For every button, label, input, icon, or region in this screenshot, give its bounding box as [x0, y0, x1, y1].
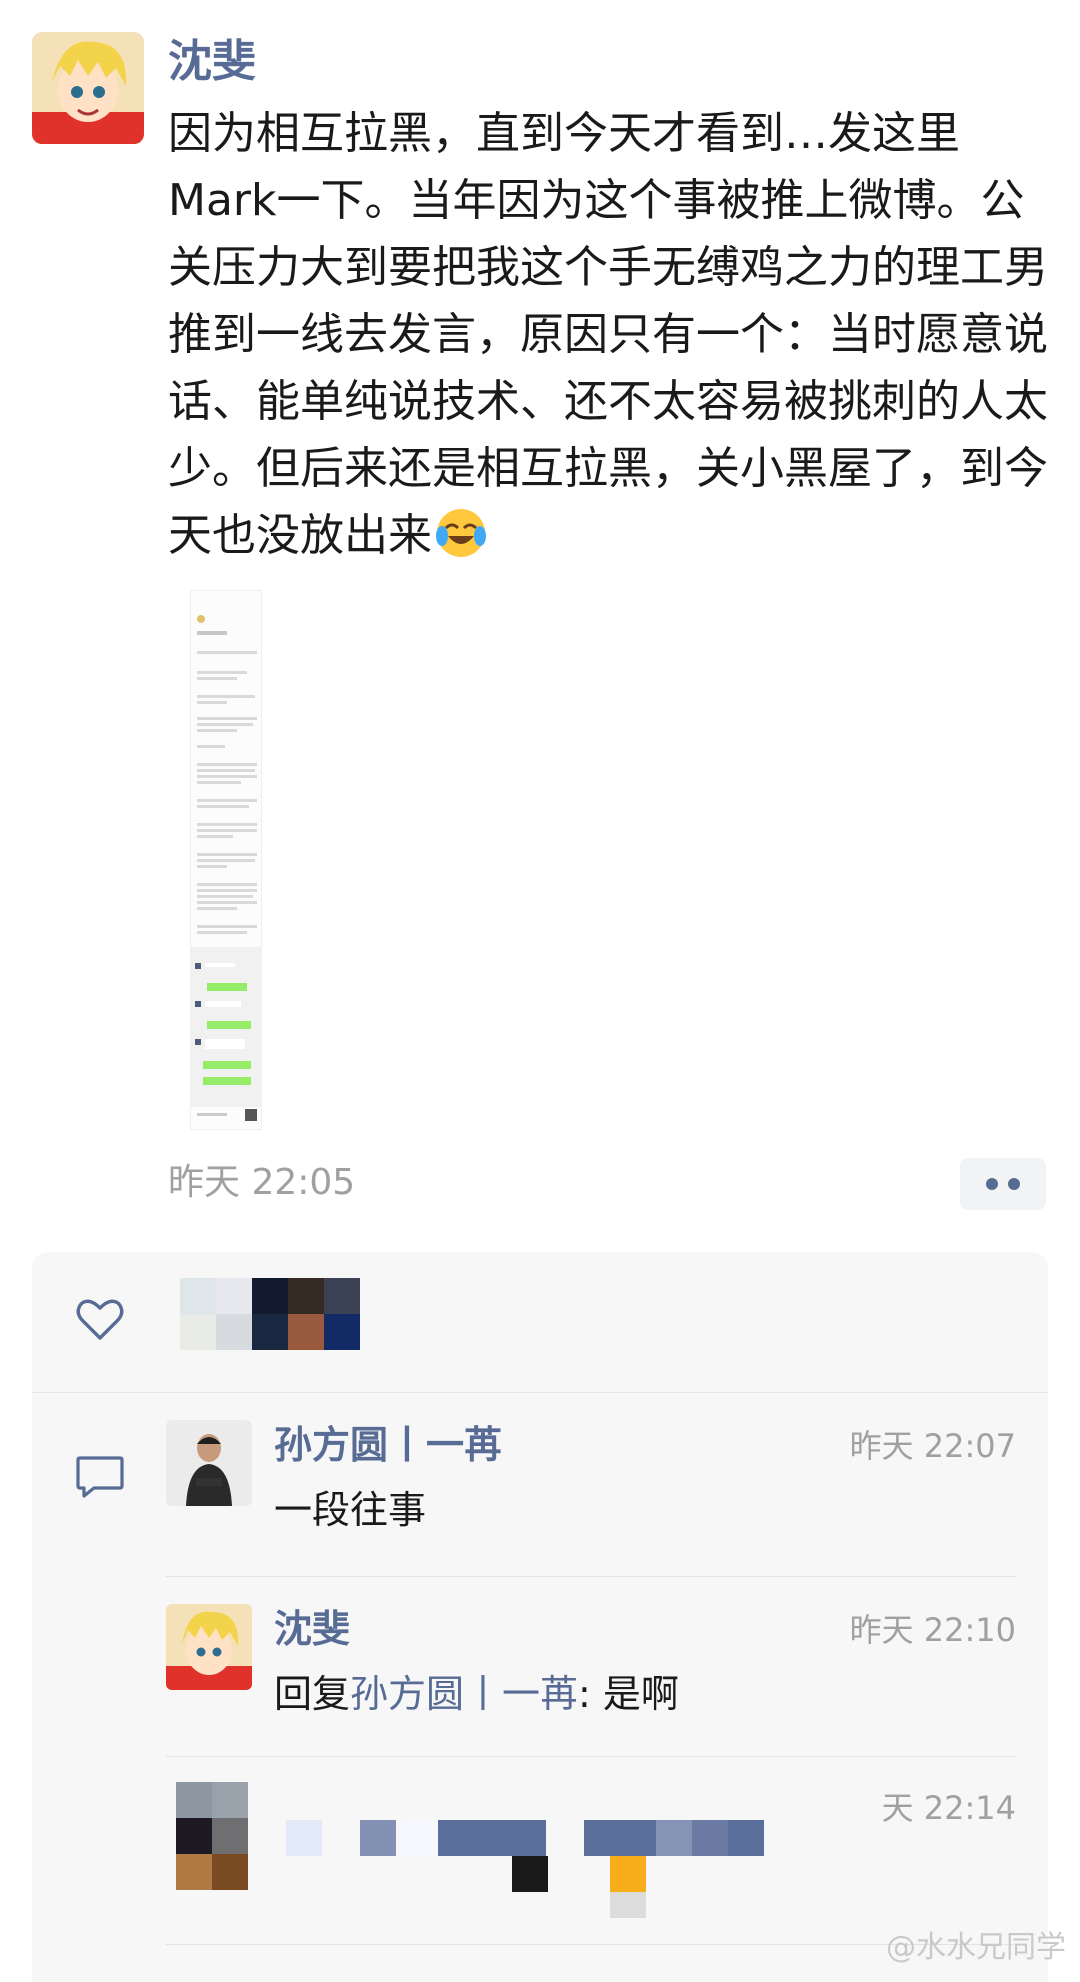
comment-divider	[166, 1576, 1016, 1577]
crying-laughing-emoji-icon	[434, 506, 488, 560]
more-dot-icon	[986, 1178, 998, 1190]
comment-item[interactable]: 孙方圆丨一苒 昨天 22:07 一段往事	[166, 1420, 1016, 1550]
comment-item-pixelated[interactable]: 天 22:14	[166, 1782, 1016, 1922]
post-content: 因为相互拉黑，直到今天才看到…发这里Mark一下。当年因为这个事被推上微博。公关…	[168, 100, 1048, 569]
comment-text: 回复孙方圆丨一苒: 是啊	[274, 1668, 679, 1720]
reply-body: 是啊	[602, 1672, 679, 1716]
weibo-watermark: @水水兄同学	[886, 1930, 1066, 1965]
comment-text: 一段往事	[274, 1488, 427, 1532]
author-avatar[interactable]	[32, 32, 144, 144]
reply-separator: :	[578, 1672, 603, 1716]
commenter-name[interactable]: 孙方圆丨一苒	[274, 1420, 502, 1470]
comment-item[interactable]: 沈斐 昨天 22:10 回复孙方圆丨一苒: 是啊	[166, 1604, 1016, 1734]
post-author-name[interactable]: 沈斐	[168, 32, 256, 92]
heart-outline-icon	[72, 1292, 128, 1348]
interaction-panel: 孙方圆丨一苒 昨天 22:07 一段往事 沈斐 昨天 22:10 回复孙方圆丨一…	[32, 1252, 1048, 1982]
comment-time: 天 22:14	[881, 1789, 1016, 1827]
comment-time: 昨天 22:10	[849, 1611, 1016, 1649]
likes-divider	[32, 1392, 1048, 1393]
reply-to-name[interactable]: 孙方圆丨一苒	[350, 1672, 578, 1716]
post-text: 因为相互拉黑，直到今天才看到…发这里Mark一下。当年因为这个事被推上微博。公关…	[168, 108, 1048, 561]
more-actions-button[interactable]	[960, 1158, 1046, 1210]
comment-time: 昨天 22:07	[849, 1427, 1016, 1465]
likes-row	[32, 1252, 1048, 1392]
comment-divider	[166, 1756, 1016, 1757]
post-image-thumbnail[interactable]	[190, 590, 262, 1130]
reply-prefix: 回复	[274, 1672, 351, 1716]
commenter-avatar[interactable]	[166, 1604, 252, 1690]
liker-avatars-pixelated[interactable]	[180, 1278, 360, 1350]
post-timestamp: 昨天 22:05	[168, 1162, 356, 1203]
more-dot-icon	[1008, 1178, 1020, 1190]
commenter-name[interactable]: 沈斐	[274, 1604, 350, 1654]
moments-post: 沈斐 因为相互拉黑，直到今天才看到…发这里Mark一下。当年因为这个事被推上微博…	[0, 0, 1080, 1982]
commenter-avatar[interactable]	[166, 1420, 252, 1506]
comment-bubble-icon	[72, 1448, 128, 1504]
